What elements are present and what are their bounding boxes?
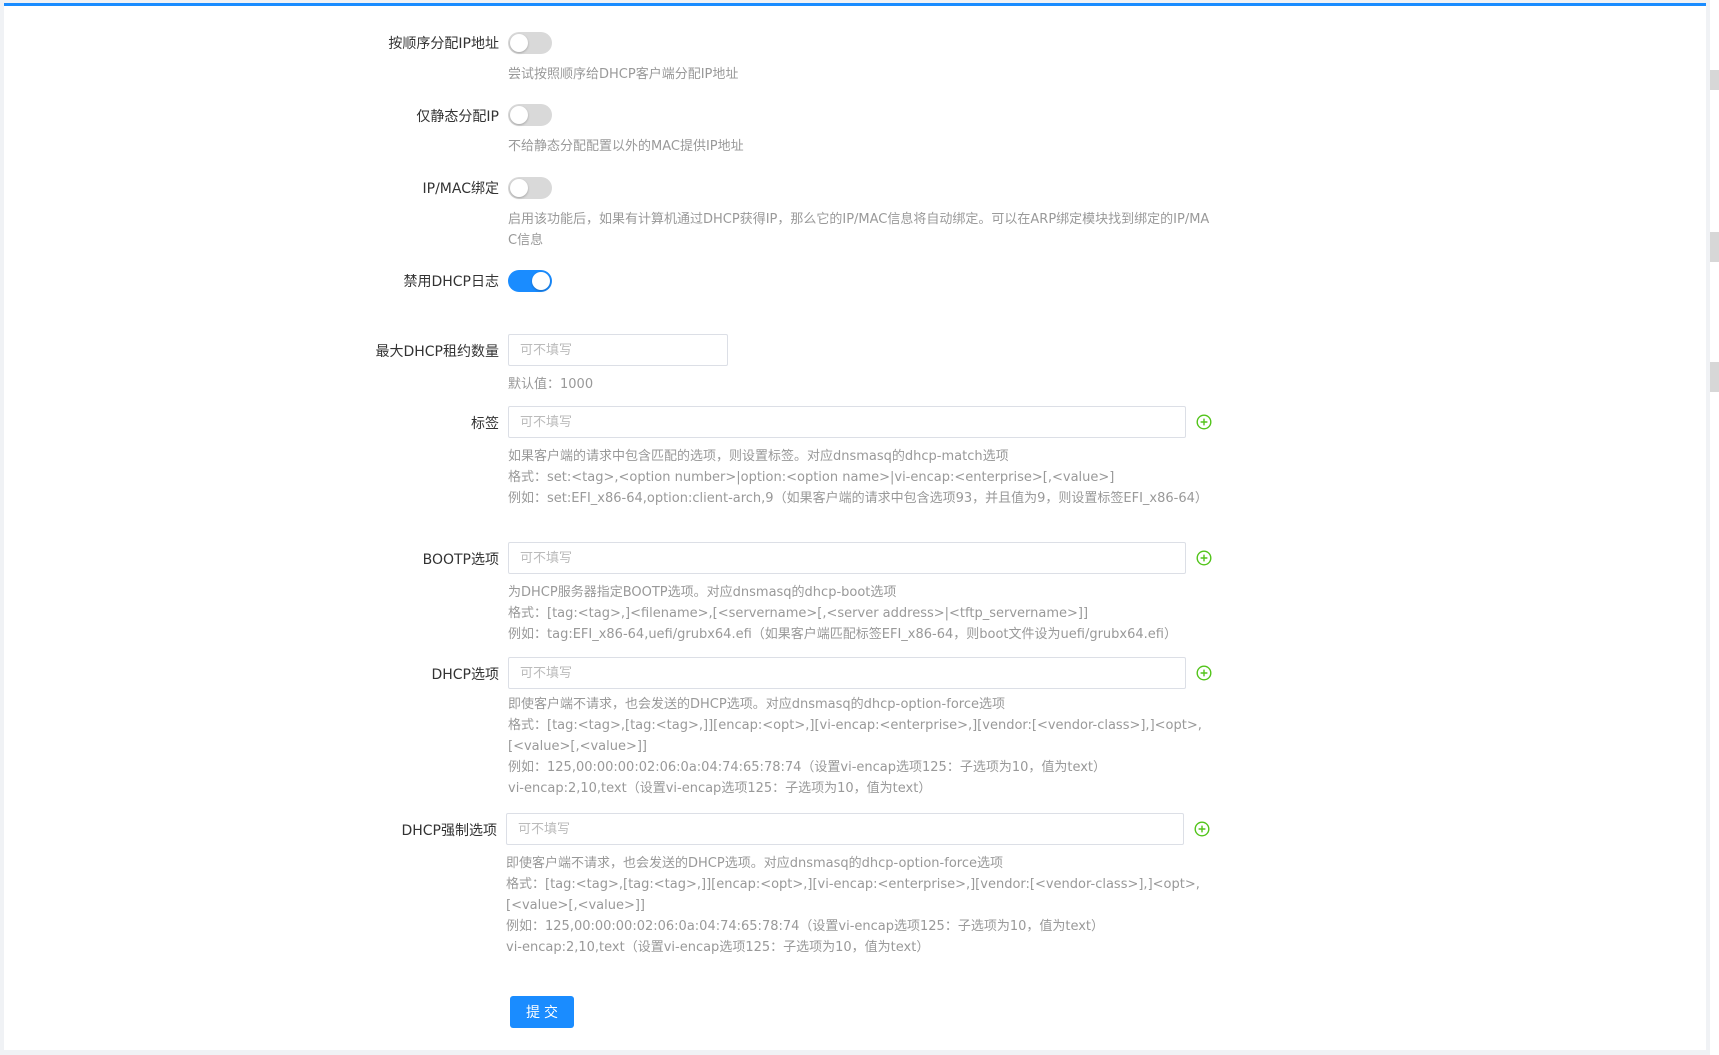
bootp-help: 为DHCP服务器指定BOOTP选项。对应dnsmasq的dhcp-boot选项 … [508,582,1214,645]
seq-ip-help: 尝试按照顺序给DHCP客户端分配IP地址 [508,64,1214,85]
right-edge-scrollbar[interactable] [1710,0,1719,1055]
help-line: 启用该功能后，如果有计算机通过DHCP获得IP，那么它的IP/MAC信息将自动绑… [508,212,1210,248]
toggle-knob [510,106,528,124]
max-lease-input[interactable] [508,334,728,366]
tag-input[interactable] [508,406,1186,438]
help-line: 即使客户端不请求，也会发送的DHCP选项。对应dnsmasq的dhcp-opti… [506,856,1003,871]
dhcp-force-help: 即使客户端不请求，也会发送的DHCP选项。对应dnsmasq的dhcp-opti… [506,853,1212,958]
help-line: 尝试按照顺序给DHCP客户端分配IP地址 [508,67,739,82]
settings-panel: 按顺序分配IP地址 尝试按照顺序给DHCP客户端分配IP地址 仅静态分配IP 不… [4,3,1706,1050]
help-line: 格式：[tag:<tag>,[tag:<tag>,]][encap:<opt>,… [508,718,1202,754]
dhcp-option-help: 即使客户端不请求，也会发送的DHCP选项。对应dnsmasq的dhcp-opti… [508,694,1214,799]
add-bootp-icon[interactable] [1196,550,1212,566]
max-lease-help: 默认值：1000 [508,374,1214,395]
max-lease-label: 最大DHCP租约数量 [375,344,499,360]
disable-log-toggle[interactable] [508,270,552,292]
help-line: 格式：set:<tag>,<option number>|option:<opt… [508,470,1115,485]
seq-ip-toggle[interactable] [508,32,552,54]
dhcp-option-input[interactable] [508,657,1186,689]
static-only-label: 仅静态分配IP [416,109,499,125]
help-line: 格式：[tag:<tag>,]<filename>,[<servername>[… [508,606,1089,621]
bootp-input[interactable] [508,542,1186,574]
toggle-knob [510,34,528,52]
help-line: 例如：tag:EFI_x86-64,uefi/grubx64.efi（如果客户端… [508,627,1177,642]
static-only-help: 不给静态分配配置以外的MAC提供IP地址 [508,136,1214,157]
static-only-toggle[interactable] [508,104,552,126]
help-line: 默认值：1000 [508,377,594,392]
scroll-mark [1710,232,1719,262]
add-dhcp-option-icon[interactable] [1196,665,1212,681]
dhcp-force-label: DHCP强制选项 [401,823,497,839]
add-dhcp-force-icon[interactable] [1194,821,1210,837]
ipmac-bind-label: IP/MAC绑定 [422,181,499,197]
dhcp-force-input[interactable] [506,813,1184,845]
add-tag-icon[interactable] [1196,414,1212,430]
help-line: 不给静态分配配置以外的MAC提供IP地址 [508,139,744,154]
help-line: 例如：set:EFI_x86-64,option:client-arch,9（如… [508,491,1208,506]
tag-help: 如果客户端的请求中包含匹配的选项，则设置标签。对应dnsmasq的dhcp-ma… [508,446,1214,509]
seq-ip-label: 按顺序分配IP地址 [388,36,499,52]
ipmac-bind-toggle[interactable] [508,177,552,199]
help-line: vi-encap:2,10,text（设置vi-encap选项125：子选项为1… [506,940,930,955]
help-line: 如果客户端的请求中包含匹配的选项，则设置标签。对应dnsmasq的dhcp-ma… [508,449,1009,464]
ipmac-bind-help: 启用该功能后，如果有计算机通过DHCP获得IP，那么它的IP/MAC信息将自动绑… [508,209,1214,251]
help-line: 例如：125,00:00:00:02:06:0a:04:74:65:78:74（… [506,919,1105,934]
scroll-mark [1710,362,1719,392]
help-line: 即使客户端不请求，也会发送的DHCP选项。对应dnsmasq的dhcp-opti… [508,697,1005,712]
help-line: vi-encap:2,10,text（设置vi-encap选项125：子选项为1… [508,781,932,796]
help-line: 格式：[tag:<tag>,[tag:<tag>,]][encap:<opt>,… [506,877,1200,913]
toggle-knob [532,272,550,290]
help-line: 为DHCP服务器指定BOOTP选项。对应dnsmasq的dhcp-boot选项 [508,585,897,600]
disable-log-label: 禁用DHCP日志 [403,274,499,290]
tag-label: 标签 [471,416,499,432]
help-line: 例如：125,00:00:00:02:06:0a:04:74:65:78:74（… [508,760,1107,775]
dhcp-option-label: DHCP选项 [431,667,499,683]
bootp-label: BOOTP选项 [422,552,499,568]
scroll-mark [1710,70,1719,90]
toggle-knob [510,179,528,197]
submit-button[interactable]: 提交 [510,996,574,1028]
